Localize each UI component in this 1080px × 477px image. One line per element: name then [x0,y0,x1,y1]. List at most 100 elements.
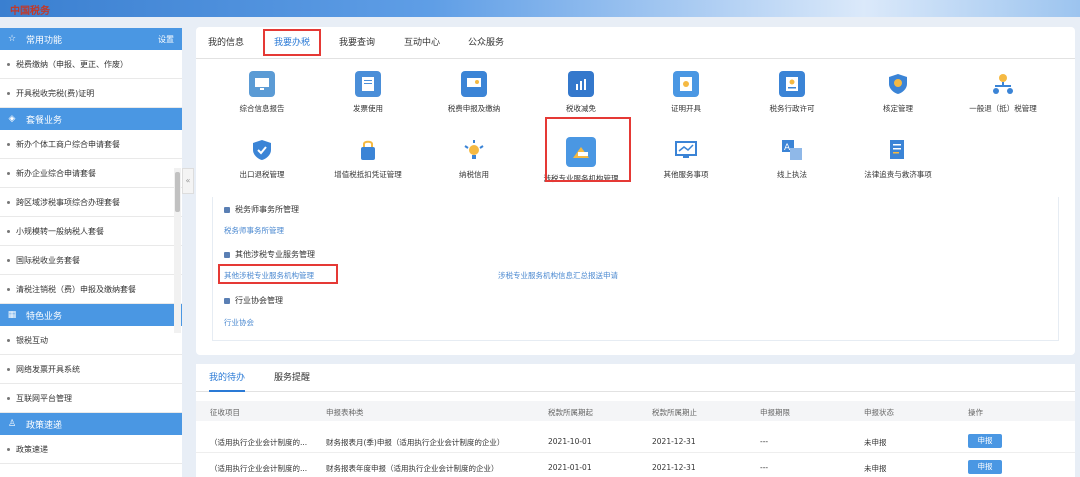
tile-tax-credit[interactable]: 纳税信用 [419,137,529,180]
document-icon [885,137,911,163]
cell: （适用执行企业会计制度的... [210,438,308,447]
declare-button[interactable]: 申报 [968,460,1002,474]
folder-icon [224,206,230,213]
sidebar-item[interactable]: 国际税收业务套餐 [0,246,182,275]
sidebar-item-label: 开具税收完税(费)证明 [16,88,95,98]
bulb-icon [461,137,487,163]
sidebar-scrollbar[interactable] [174,168,181,333]
column-header: 申报状态 [864,408,894,417]
stack-icon: ◈ [8,114,16,124]
column-header: 操作 [968,408,983,417]
bullet [7,91,10,95]
tab-service-reminder[interactable]: 服务提醒 [274,364,310,392]
sidebar-item[interactable]: 清税注销税（费）申报及缴纳套餐 [0,275,182,304]
tile-label: 出口退税管理 [239,170,285,179]
person-icon: ♙ [7,419,17,429]
sidebar-section-policy[interactable]: ♙ 政策速递 [0,413,182,435]
collapse-sidebar-button[interactable]: « [182,168,194,194]
cell: 未申报 [864,438,887,447]
tile-other-services[interactable]: 其他服务事项 [631,137,741,180]
lock-icon [355,137,381,163]
table-row: （适用执行企业会计制度的... 财务报表月(季)申报（适用执行企业会计制度的企业… [196,429,1075,453]
submenu-link[interactable]: 税务师事务所管理 [224,225,284,236]
sidebar-item-label: 银税互动 [16,335,48,345]
tile-label: 证明开具 [671,104,701,113]
tile-tax-relief[interactable]: 税收减免 [526,71,636,114]
bullet [7,396,10,400]
group-title-text: 行业协会管理 [235,296,283,305]
top-banner: 中国税务 [0,0,1080,17]
tile-label: 线上执法 [777,170,807,179]
tile-legal-remedy[interactable]: 法律追责与救济事项 [843,137,953,180]
tile-certificate[interactable]: 证明开具 [631,71,741,114]
submenu-link[interactable]: 涉税专业服务机构信息汇总报送申请 [498,270,618,281]
main-panel: 我的信息 我要办税 我要查询 互动中心 公众服务 综合信息报告 发票使用 税费申… [196,27,1075,355]
svg-text:A: A [784,143,791,153]
tile-assessment[interactable]: 核定管理 [843,71,953,114]
sidebar-item[interactable]: 税费缴纳（申报、更正、作废） [0,50,182,79]
sidebar-item[interactable]: 政策速递 [0,435,182,464]
sidebar-item[interactable]: 网络发票开具系统 [0,355,182,384]
org-chart-icon [990,71,1016,97]
tab-my-todo[interactable]: 我的待办 [209,364,246,392]
tile-label: 发票使用 [353,104,383,113]
highlight-box [218,264,338,284]
cell: 财务报表年度申报（适用执行企业会计制度的企业） [326,464,499,473]
sidebar-item[interactable]: 互联网平台管理 [0,384,182,413]
bullet [7,287,10,291]
tile-label: 税务行政许可 [769,104,815,113]
main-tabs: 我的信息 我要办税 我要查询 互动中心 公众服务 [196,27,1075,59]
shield-check-icon [249,137,275,163]
scroll-thumb[interactable] [175,172,180,212]
sidebar-item-label: 新办个体工商户综合申请套餐 [16,139,120,149]
sidebar-item[interactable]: 小规模转一般纳税人套餐 [0,217,182,246]
tile-refund[interactable]: 一般退（抵）税管理 [948,71,1058,114]
star-icon: ☆ [7,34,17,44]
bullet [7,447,10,451]
bullet [7,338,10,342]
invoice-icon [355,71,381,97]
declare-button[interactable]: 申报 [968,434,1002,448]
submenu-group-title: 行业协会管理 [224,295,283,306]
sidebar-item[interactable]: 跨区域涉税事项综合办理套餐 [0,188,182,217]
tile-comprehensive-report[interactable]: 综合信息报告 [207,71,317,114]
section-title: 套餐业务 [26,115,63,126]
monitor-icon [673,137,699,163]
sidebar-section-common[interactable]: ☆ 常用功能 设置 [0,28,182,50]
tab-query[interactable]: 我要查询 [339,27,375,59]
sidebar: ☆ 常用功能 设置 税费缴纳（申报、更正、作废） 开具税收完税(费)证明 ◈ 套… [0,28,182,477]
bullet [7,367,10,371]
settings-link[interactable]: 设置 [158,34,174,45]
cell: 2021-01-01 [548,463,592,472]
cell: 财务报表月(季)申报（适用执行企业会计制度的企业） [326,438,505,447]
sidebar-item[interactable]: 新办个体工商户综合申请套餐 [0,130,182,159]
tile-admin-permit[interactable]: 税务行政许可 [737,71,847,114]
table-header: 征收项目 申报表种类 税款所属期起 税款所属期止 申报期限 申报状态 操作 [196,401,1075,421]
tile-tax-declaration[interactable]: 税费申报及缴纳 [419,71,529,114]
sidebar-section-featured[interactable]: ▦ 特色业务 [0,304,182,326]
sidebar-item-label: 税费缴纳（申报、更正、作废） [16,59,128,69]
screen-icon [461,71,487,97]
tile-label: 法律追责与救济事项 [864,170,932,179]
sidebar-section-package[interactable]: ◈ 套餐业务 [0,108,182,130]
submenu-link[interactable]: 行业协会 [224,317,254,328]
tile-export-refund[interactable]: 出口退税管理 [207,137,317,180]
tile-label: 增值税抵扣凭证管理 [334,170,402,179]
group-title-text: 其他涉税专业服务管理 [235,250,315,259]
sidebar-item[interactable]: 银税互动 [0,326,182,355]
grid-icon: ▦ [7,310,17,320]
sidebar-item-label: 国际税收业务套餐 [16,255,80,265]
tab-interaction[interactable]: 互动中心 [404,27,440,59]
sidebar-item-label: 清税注销税（费）申报及缴纳套餐 [16,284,136,294]
tile-invoice-use[interactable]: 发票使用 [313,71,423,114]
cell: 2021-12-31 [652,463,696,472]
submenu-group-title: 税务师事务所管理 [224,204,299,215]
tab-my-info[interactable]: 我的信息 [208,27,244,59]
section-title: 政策速递 [26,420,63,431]
sidebar-item[interactable]: 开具税收完税(费)证明 [0,79,182,108]
sidebar-item-label: 小规模转一般纳税人套餐 [16,226,104,236]
tile-vat-deduction[interactable]: 增值税抵扣凭证管理 [313,137,423,180]
sidebar-item[interactable]: 新办企业综合申请套餐 [0,159,182,188]
tile-online-enforcement[interactable]: A 线上执法 [737,137,847,180]
tab-public-service[interactable]: 公众服务 [468,27,504,59]
